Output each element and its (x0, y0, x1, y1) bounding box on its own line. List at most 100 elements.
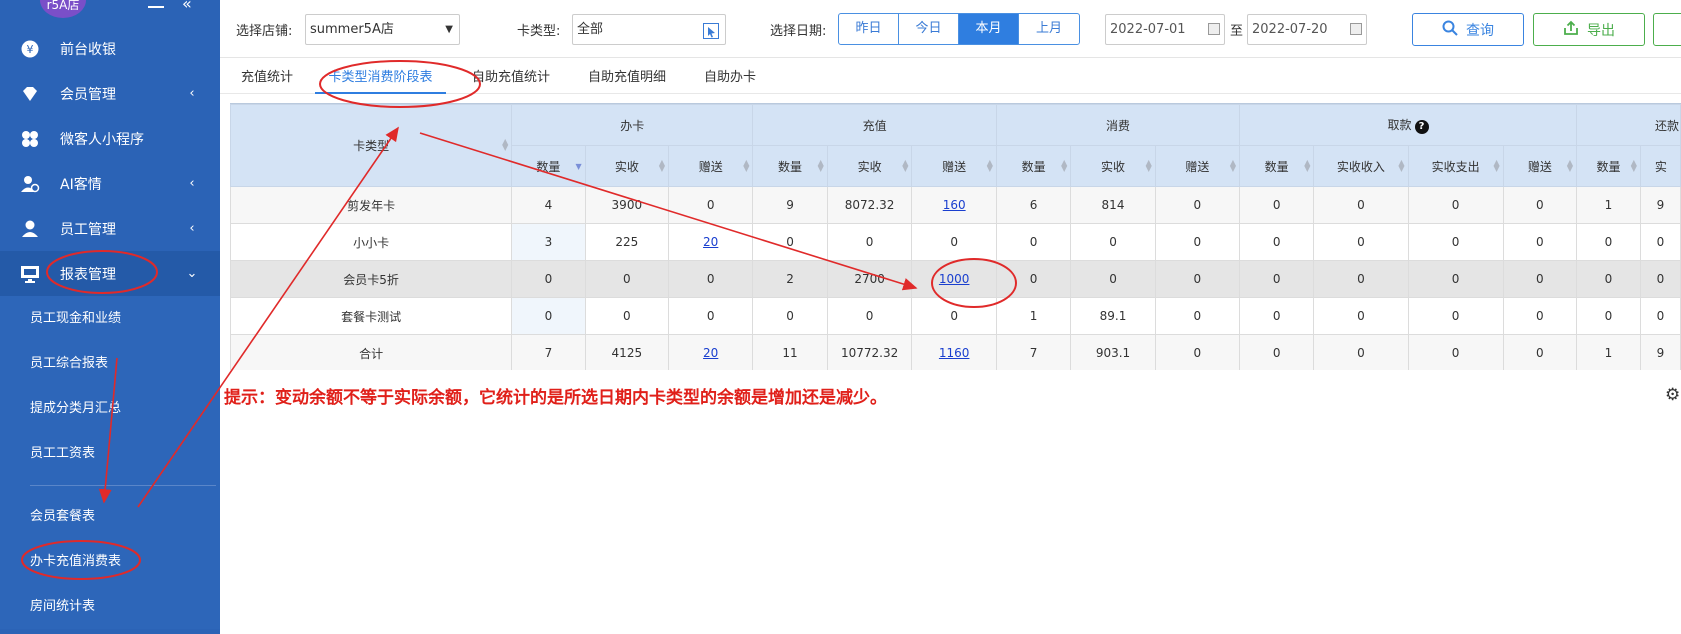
sidebar-subitem[interactable]: 员工综合报表 (0, 341, 220, 386)
cell-link[interactable]: 20 (703, 346, 718, 360)
sidebar-item-reports[interactable]: 报表管理 ⌄ (0, 251, 220, 296)
cell-link[interactable]: 20 (703, 235, 718, 249)
table-cell[interactable]: 20 (668, 334, 754, 370)
sidebar-item-label: AI客情 (60, 176, 102, 193)
col-withdraw-expense[interactable]: 实收支出 ▲ ▼ (1407, 145, 1504, 187)
sort-icon[interactable]: ▲ ▼ (1567, 159, 1573, 173)
sidebar-subitem[interactable]: 办卡充值消费表 (0, 539, 220, 584)
tab-self-recharge-detail[interactable]: 自助充值明细 (588, 66, 666, 94)
calendar-icon[interactable] (1350, 23, 1362, 35)
sort-icon[interactable]: ▲ ▼ (1398, 159, 1404, 173)
sidebar-item-ai[interactable]: AI客情 ‹ (0, 161, 220, 206)
table-row: 剪发年卡 4 3900 0 9 8072.32 160 6 814 0 0 0 0 0 1 9 (230, 186, 1681, 224)
table-cell: 0 (1313, 334, 1409, 370)
table-cell: 7 (995, 334, 1072, 370)
tab-self-recharge-stats[interactable]: 自助充值统计 (472, 66, 550, 94)
col-withdraw-qty[interactable]: 数量 ▲ ▼ (1238, 145, 1315, 187)
gear-icon[interactable]: ⚙ (1665, 385, 1680, 405)
table-cell: 4125 (584, 334, 670, 370)
table-cell: 0 (752, 223, 828, 261)
sort-icon[interactable]: ▲ ▼ (659, 159, 665, 173)
table-cell: 0 (584, 260, 670, 298)
col-open-paid[interactable]: 实收 ▲ ▼ (584, 145, 670, 187)
sidebar-item-cashier[interactable]: ¥ 前台收银 (0, 26, 220, 71)
table-cell: 814 (1070, 186, 1156, 224)
card-type-select[interactable]: 全部 (572, 14, 726, 45)
tab-card-type-consumption[interactable]: 卡类型消费阶段表 (315, 66, 446, 94)
col-repay-paid[interactable]: 实 (1639, 145, 1681, 187)
date-from-input[interactable]: 2022-07-01 (1105, 14, 1225, 45)
table-cell: 0 (1070, 223, 1156, 261)
sidebar-subitem[interactable]: 员工工资表 (0, 431, 220, 476)
cell-link[interactable]: 1000 (939, 272, 970, 286)
col-withdraw-gift[interactable]: 赠送 ▲ ▼ (1502, 145, 1578, 187)
sidebar-item-staff[interactable]: 员工管理 ‹ (0, 206, 220, 251)
query-button[interactable]: 查询 (1412, 13, 1524, 46)
sidebar-subitem[interactable]: 房间统计表 (0, 584, 220, 629)
date-yesterday-button[interactable]: 昨日 (839, 14, 899, 44)
date-to-input[interactable]: 2022-07-20 (1247, 14, 1367, 45)
table-cell: 0 (1576, 297, 1641, 335)
sidebar-subitem[interactable]: 会员套餐表 (0, 494, 220, 539)
col-consume-gift[interactable]: 赠送 ▲ ▼ (1154, 145, 1241, 187)
clover-icon (20, 129, 40, 149)
sort-icon[interactable]: ▲ ▼ (902, 159, 908, 173)
table-cell: 6 (995, 186, 1072, 224)
col-consume-qty[interactable]: 数量 ▲ ▼ (995, 145, 1072, 187)
sort-icon[interactable]: ▲ ▼ (1146, 159, 1152, 173)
table-cell[interactable]: 1160 (911, 334, 997, 370)
sidebar-subitem[interactable]: 提成分类月汇总 (0, 386, 220, 431)
yen-icon: ¥ (20, 39, 40, 59)
sort-icon[interactable]: ▲ ▼ (743, 159, 749, 173)
sort-icon[interactable]: ▲ ▼ (1230, 159, 1236, 173)
cell-card-type: 合计 (230, 334, 513, 370)
collapse-icon[interactable]: « (182, 0, 192, 13)
table-cell[interactable]: 160 (911, 186, 997, 224)
cell-link[interactable]: 160 (943, 198, 966, 212)
calendar-icon[interactable] (1208, 23, 1220, 35)
col-recharge-qty[interactable]: 数量 ▲ ▼ (752, 145, 828, 187)
hint-text: 提示：变动余额不等于实际余额，它统计的是所选日期内卡类型的余额是增加还是减少。 (224, 388, 887, 408)
sidebar-item-members[interactable]: 会员管理 ‹ (0, 71, 220, 116)
sort-icon[interactable]: ▲ ▼ (1061, 159, 1067, 173)
sort-icon[interactable]: ▲ ▼ (818, 159, 824, 173)
sort-icon[interactable]: ▲ ▼ (987, 159, 993, 173)
col-repay-qty[interactable]: 数量 ▲ ▼ (1576, 145, 1641, 187)
sort-icon[interactable]: ▲ ▼ (502, 138, 508, 152)
sort-icon[interactable]: ▲ ▼ (1304, 159, 1310, 173)
date-today-button[interactable]: 今日 (899, 14, 959, 44)
tab-self-card[interactable]: 自助办卡 (704, 66, 756, 94)
export-button[interactable]: 导出 (1533, 13, 1645, 46)
table-cell[interactable]: 20 (668, 223, 754, 261)
sort-icon[interactable]: ▲ ▼ (1494, 159, 1500, 173)
sort-icon[interactable]: ▲ ▼ (1631, 159, 1637, 173)
col-consume-paid[interactable]: 实收 ▲ ▼ (1070, 145, 1156, 187)
table-cell: 0 (995, 223, 1072, 261)
sidebar-item-label: 员工管理 (60, 221, 116, 238)
menu-icon[interactable] (148, 0, 164, 8)
sidebar-subitem[interactable]: 员工现金和业绩 (0, 296, 220, 341)
sort-desc-icon[interactable]: ▼ (575, 163, 581, 171)
store-avatar[interactable]: r5A店 (40, 0, 86, 18)
report-table-container: 卡类型 ▲ ▼ 办卡 充值 消费 取款? 还款 数量 ▼ 实收 ▲ ▼ 赠送 ▲ ▼ 数量 ▲… (230, 103, 1681, 370)
col-open-gift[interactable]: 赠送 ▲ ▼ (668, 145, 754, 187)
col-withdraw-income[interactable]: 实收收入 ▲ ▼ (1313, 145, 1409, 187)
sidebar-item-miniprogram[interactable]: 微客人小程序 (0, 116, 220, 161)
col-open-qty[interactable]: 数量 ▼ (511, 145, 586, 187)
table-cell: 4 (511, 186, 586, 224)
more-button[interactable] (1653, 13, 1681, 46)
table-cell: 0 (1639, 297, 1681, 335)
col-card-type[interactable]: 卡类型 ▲ ▼ (230, 104, 513, 187)
cell-link[interactable]: 1160 (939, 346, 970, 360)
col-recharge-gift[interactable]: 赠送 ▲ ▼ (911, 145, 997, 187)
export-icon (1563, 20, 1579, 40)
table-cell[interactable]: 1000 (911, 260, 997, 298)
date-last-month-button[interactable]: 上月 (1019, 14, 1079, 44)
help-icon[interactable]: ? (1414, 120, 1429, 134)
table-cell: 0 (1502, 223, 1578, 261)
table-cell: 0 (511, 297, 586, 335)
date-this-month-button[interactable]: 本月 (959, 14, 1019, 44)
store-select[interactable]: summer5A店 ▼ (305, 14, 460, 45)
col-recharge-paid[interactable]: 实收 ▲ ▼ (826, 145, 913, 187)
tab-recharge-stats[interactable]: 充值统计 (241, 66, 293, 94)
